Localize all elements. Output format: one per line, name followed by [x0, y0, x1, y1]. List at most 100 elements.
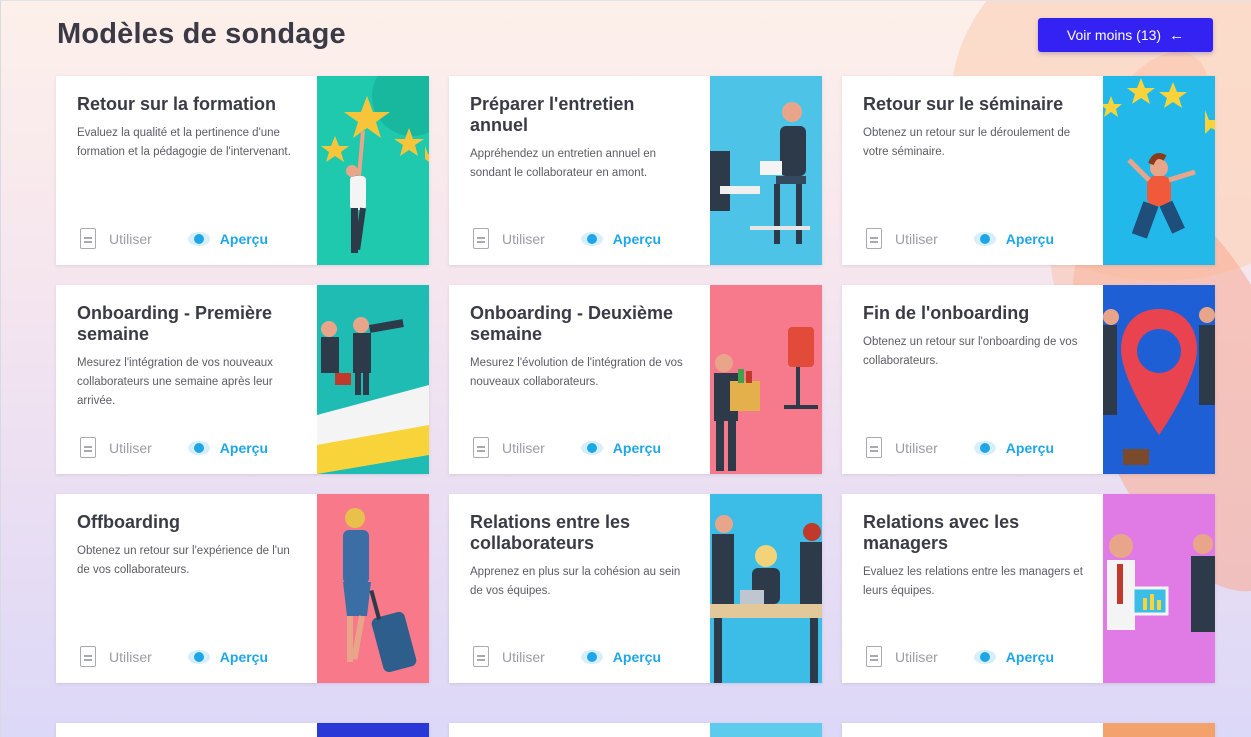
template-card: Relations avec les managers Evaluez les … [842, 494, 1215, 683]
eye-icon [973, 649, 996, 664]
show-less-button[interactable]: Voir moins (13) ← [1038, 18, 1213, 52]
eye-icon [580, 440, 603, 455]
card-description: Obtenez un retour sur l'onboarding de vo… [863, 336, 1078, 367]
document-icon [473, 228, 489, 249]
template-grid: Retour sur la formation Evaluez la quali… [56, 76, 1215, 683]
preview-label: Aperçu [1005, 648, 1055, 665]
card-title: Onboarding - Première semaine [77, 303, 273, 344]
card-title: Relations avec les managers [863, 512, 1020, 553]
card-title: Retour sur la formation [77, 94, 277, 114]
use-template-button[interactable]: Utiliser [80, 228, 152, 249]
card-description: Apprenez en plus sur la cohésion au sein… [470, 566, 681, 597]
card-description: Appréhendez un entretien annuel en sonda… [470, 148, 657, 179]
document-icon [473, 646, 489, 667]
preview-label: Aperçu [1005, 230, 1055, 247]
template-card: Fin de l'onboarding Obtenez un retour su… [842, 285, 1215, 474]
card-description: Obtenez un retour sur le déroulement de … [863, 127, 1071, 158]
preview-label: Aperçu [219, 230, 269, 247]
use-template-button[interactable]: Utiliser [866, 646, 938, 667]
template-card: Relations entre les collaborateurs Appre… [449, 494, 822, 683]
show-less-label: Voir moins (13) [1066, 27, 1162, 43]
suitcase-traveler-illustration [317, 494, 429, 683]
moving-box-illustration [710, 285, 822, 474]
eye-icon [973, 440, 996, 455]
document-icon [866, 646, 882, 667]
use-label: Utiliser [895, 439, 938, 456]
team-table-illustration [710, 494, 822, 683]
template-card: Offboarding Obtenez un retour sur l'expé… [56, 494, 429, 683]
card-title: Relations entre les collaborateurs [470, 512, 631, 553]
template-card: Préparer l'entretien annuel Appréhendez … [449, 76, 822, 265]
use-label: Utiliser [109, 439, 152, 456]
eye-icon [580, 231, 603, 246]
preview-label: Aperçu [612, 230, 662, 247]
page-title: Modèles de sondage [57, 18, 346, 50]
survey-templates-page: Modèles de sondage Voir moins (13) ← Ret… [0, 0, 1251, 737]
preview-label: Aperçu [1005, 439, 1055, 456]
jumping-person-illustration [1103, 76, 1215, 265]
card-description: Mesurez l'intégration de vos nouveaux co… [77, 357, 273, 407]
card-description: Obtenez un retour sur l'expérience de l'… [77, 545, 290, 576]
preview-button[interactable]: Aperçu [580, 230, 662, 247]
eye-icon [973, 231, 996, 246]
document-icon [473, 437, 489, 458]
card-title: Fin de l'onboarding [863, 303, 1030, 323]
template-card: Retour sur le séminaire Obtenez un retou… [842, 76, 1215, 265]
use-label: Utiliser [895, 230, 938, 247]
card-title: Offboarding [77, 512, 180, 532]
use-template-button[interactable]: Utiliser [866, 437, 938, 458]
card-title: Préparer l'entretien annuel [470, 94, 635, 135]
preview-button[interactable]: Aperçu [187, 230, 269, 247]
card-illustration [317, 723, 429, 737]
presentation-illustration [1103, 494, 1215, 683]
preview-label: Aperçu [219, 648, 269, 665]
use-template-button[interactable]: Utiliser [866, 228, 938, 249]
template-card: Onboarding - Première semaine Mesurez l'… [56, 285, 429, 474]
template-card[interactable] [842, 723, 1215, 737]
card-description: Evaluez les relations entre les managers… [863, 566, 1083, 597]
use-label: Utiliser [895, 648, 938, 665]
preview-label: Aperçu [219, 439, 269, 456]
use-template-button[interactable]: Utiliser [473, 228, 545, 249]
use-template-button[interactable]: Utiliser [473, 437, 545, 458]
document-icon [866, 437, 882, 458]
preview-button[interactable]: Aperçu [973, 439, 1055, 456]
card-illustration [1103, 723, 1215, 737]
arrow-left-icon: ← [1169, 26, 1185, 44]
preview-button[interactable]: Aperçu [973, 648, 1055, 665]
use-label: Utiliser [502, 230, 545, 247]
card-description: Evaluez la qualité et la pertinence d'un… [77, 127, 291, 158]
eye-icon [580, 649, 603, 664]
preview-button[interactable]: Aperçu [187, 648, 269, 665]
map-pin-illustration [1103, 285, 1215, 474]
template-card: Retour sur la formation Evaluez la quali… [56, 76, 429, 265]
card-illustration [710, 723, 822, 737]
template-card[interactable] [449, 723, 822, 737]
document-icon [80, 228, 96, 249]
document-icon [866, 228, 882, 249]
stars-person-illustration [317, 76, 429, 265]
use-label: Utiliser [109, 648, 152, 665]
document-icon [80, 437, 96, 458]
card-title: Onboarding - Deuxième semaine [470, 303, 674, 344]
preview-button[interactable]: Aperçu [580, 439, 662, 456]
use-template-button[interactable]: Utiliser [80, 437, 152, 458]
preview-label: Aperçu [612, 439, 662, 456]
preview-button[interactable]: Aperçu [580, 648, 662, 665]
eye-icon [187, 649, 210, 664]
document-icon [80, 646, 96, 667]
use-template-button[interactable]: Utiliser [80, 646, 152, 667]
use-label: Utiliser [109, 230, 152, 247]
use-label: Utiliser [502, 648, 545, 665]
eye-icon [187, 440, 210, 455]
preview-button[interactable]: Aperçu [187, 439, 269, 456]
template-card[interactable] [56, 723, 429, 737]
preview-button[interactable]: Aperçu [973, 230, 1055, 247]
interview-chairs-illustration [710, 76, 822, 265]
card-title: Retour sur le séminaire [863, 94, 1064, 114]
card-description: Mesurez l'évolution de l'intégration de … [470, 357, 683, 388]
eye-icon [187, 231, 210, 246]
use-template-button[interactable]: Utiliser [473, 646, 545, 667]
telescope-illustration [317, 285, 429, 474]
preview-label: Aperçu [612, 648, 662, 665]
